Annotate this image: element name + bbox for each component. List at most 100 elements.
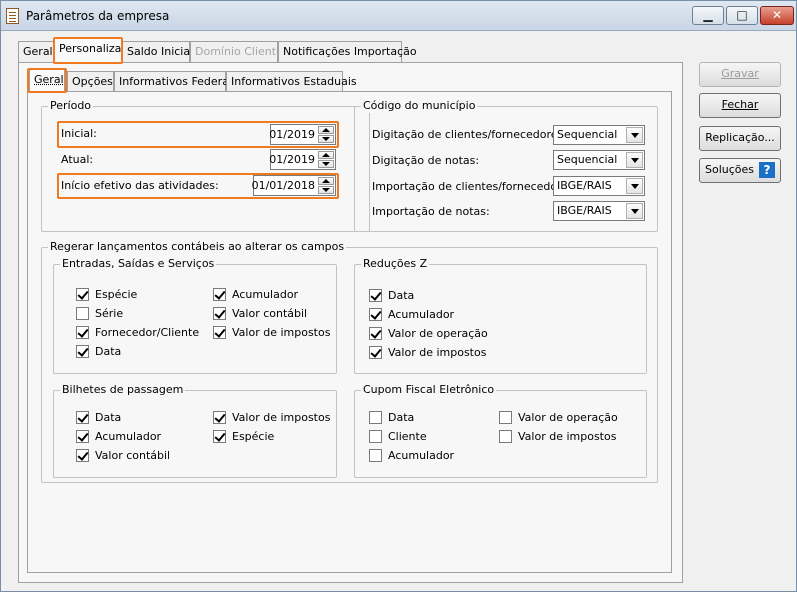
check-box[interactable] <box>76 307 89 320</box>
municipio-row-label: Digitação de clientes/fornecedores: <box>372 128 567 141</box>
fechar-button[interactable]: Fechar <box>699 93 781 118</box>
window-title: Parâmetros da empresa <box>26 9 170 23</box>
codigo-municipio-group: Código do município Digitação de cliente… <box>354 99 658 232</box>
check-box[interactable] <box>213 307 226 320</box>
spin-down-icon[interactable] <box>318 186 334 194</box>
check-box[interactable] <box>369 449 382 462</box>
checkbox-label: Fornecedor/Cliente <box>95 326 200 339</box>
checkbox-label: Série <box>95 307 124 320</box>
replicacao-button[interactable]: Replicação... <box>699 126 781 151</box>
tab-label: Notificações Importação <box>283 45 417 58</box>
checkbox-label: Valor contábil <box>95 449 171 462</box>
periodo-title: Período <box>48 99 94 113</box>
chevron-down-icon[interactable] <box>626 152 643 168</box>
tab-saldo-inicial[interactable]: Saldo Inicial <box>122 41 193 63</box>
inicio-atividades-label: Início efetivo das atividades: <box>61 179 219 192</box>
document-icon <box>6 8 19 24</box>
chevron-down-icon[interactable] <box>626 127 643 143</box>
check-box[interactable] <box>369 289 382 302</box>
check-box[interactable] <box>213 288 226 301</box>
entradas-title: Entradas, Saídas e Serviços <box>60 257 217 271</box>
tab-label: Geral <box>23 45 53 58</box>
reducoes-title: Reduções Z <box>361 257 430 271</box>
check-box[interactable] <box>76 430 89 443</box>
subtab-opcoes[interactable]: Opções <box>67 71 114 93</box>
inicial-spinner[interactable] <box>318 126 334 143</box>
chevron-down-icon[interactable] <box>626 203 643 219</box>
check-box[interactable] <box>369 327 382 340</box>
municipio-row-label: Importação de notas: <box>372 205 490 218</box>
minimize-button[interactable]: ▁ <box>692 6 724 25</box>
check-box[interactable] <box>76 345 89 358</box>
inicio-atividades-input[interactable]: 01/01/2018 <box>251 175 336 196</box>
bilhetes-group: Bilhetes de passagem Data Acumulador Val… <box>53 383 337 478</box>
check-box[interactable] <box>369 346 382 359</box>
checkbox-label: Valor contábil <box>232 307 308 320</box>
button-label: Soluções <box>705 163 755 176</box>
entradas-group: Entradas, Saídas e Serviços Espécie Séri… <box>53 257 337 374</box>
checkbox-label: Valor de operação <box>388 327 488 340</box>
codigo-municipio-title: Código do município <box>361 99 478 113</box>
digitacao-notas-select[interactable]: Sequencial <box>553 150 645 170</box>
atual-input[interactable]: 01/2019 <box>269 149 336 170</box>
check-box[interactable] <box>369 430 382 443</box>
tab-personaliza[interactable]: Personaliza <box>54 38 122 63</box>
spin-down-icon[interactable] <box>318 135 334 143</box>
check-box[interactable] <box>76 326 89 339</box>
importacao-clientes-select[interactable]: IBGE/RAIS <box>553 176 645 196</box>
check-box[interactable] <box>369 411 382 424</box>
digitacao-clientes-select[interactable]: Sequencial <box>553 125 645 145</box>
check-box[interactable] <box>369 308 382 321</box>
atual-label: Atual: <box>61 153 94 166</box>
button-label: Gravar <box>721 67 759 80</box>
button-label: Fechar <box>721 98 759 111</box>
check-box[interactable] <box>499 411 512 424</box>
select-value: IBGE/RAIS <box>557 179 612 192</box>
cupom-group: Cupom Fiscal Eletrônico Data Cliente Acu… <box>354 383 647 478</box>
checkbox-label: Acumulador <box>232 288 299 301</box>
maximize-button[interactable]: □ <box>726 6 758 25</box>
select-value: Sequencial <box>557 153 618 166</box>
municipio-row-label: Digitação de notas: <box>372 154 480 167</box>
regerar-title: Regerar lançamentos contábeis ao alterar… <box>48 240 347 254</box>
check-box[interactable] <box>76 449 89 462</box>
tab-label: Personaliza <box>59 42 122 55</box>
checkbox-label: Data <box>95 345 122 358</box>
check-box[interactable] <box>213 430 226 443</box>
check-box[interactable] <box>76 288 89 301</box>
checkbox-label: Acumulador <box>95 430 162 443</box>
check-box[interactable] <box>499 430 512 443</box>
check-box[interactable] <box>213 326 226 339</box>
tab-notificacoes-importacao[interactable]: Notificações Importação <box>278 41 417 63</box>
inicio-atividades-value: 01/01/2018 <box>251 179 315 192</box>
chevron-down-icon[interactable] <box>626 178 643 194</box>
reducoes-group: Reduções Z Data Acumulador Valor de oper… <box>354 257 647 374</box>
gravar-button[interactable]: Gravar <box>699 62 781 87</box>
checkbox-label: Acumulador <box>388 449 455 462</box>
check-box[interactable] <box>213 411 226 424</box>
importacao-notas-select[interactable]: IBGE/RAIS <box>553 201 645 221</box>
subtab-geral[interactable]: Geral <box>29 69 65 93</box>
inicial-input[interactable]: 01/2019 <box>269 124 336 145</box>
spin-down-icon[interactable] <box>318 160 334 168</box>
subtab-informativos-federais[interactable]: Informativos Federais <box>114 71 238 93</box>
close-button[interactable]: ✕ <box>760 6 794 25</box>
checkbox-label: Data <box>95 411 122 424</box>
help-icon: ? <box>759 162 775 178</box>
inicio-atividades-spinner[interactable] <box>318 177 334 194</box>
solucoes-button[interactable]: Soluções? <box>699 158 781 183</box>
check-box[interactable] <box>76 411 89 424</box>
minimize-icon: ▁ <box>703 8 713 22</box>
atual-spinner[interactable] <box>318 151 334 168</box>
geral-subpanel: Período Inicial: 01/2019 Atual: 01/2019 … <box>27 91 672 573</box>
spin-up-icon[interactable] <box>318 126 334 134</box>
inicial-label: Inicial: <box>61 127 97 140</box>
checkbox-label: Espécie <box>232 430 275 443</box>
spin-up-icon[interactable] <box>318 177 334 185</box>
spin-up-icon[interactable] <box>318 151 334 159</box>
tab-geral[interactable]: Geral <box>18 41 54 63</box>
button-label: Replicação... <box>705 131 775 144</box>
checkbox-label: Valor de operação <box>518 411 618 424</box>
title-bar[interactable]: Parâmetros da empresa ▁ □ ✕ <box>1 1 796 31</box>
subtab-informativos-estaduais[interactable]: Informativos Estaduais <box>226 71 357 93</box>
